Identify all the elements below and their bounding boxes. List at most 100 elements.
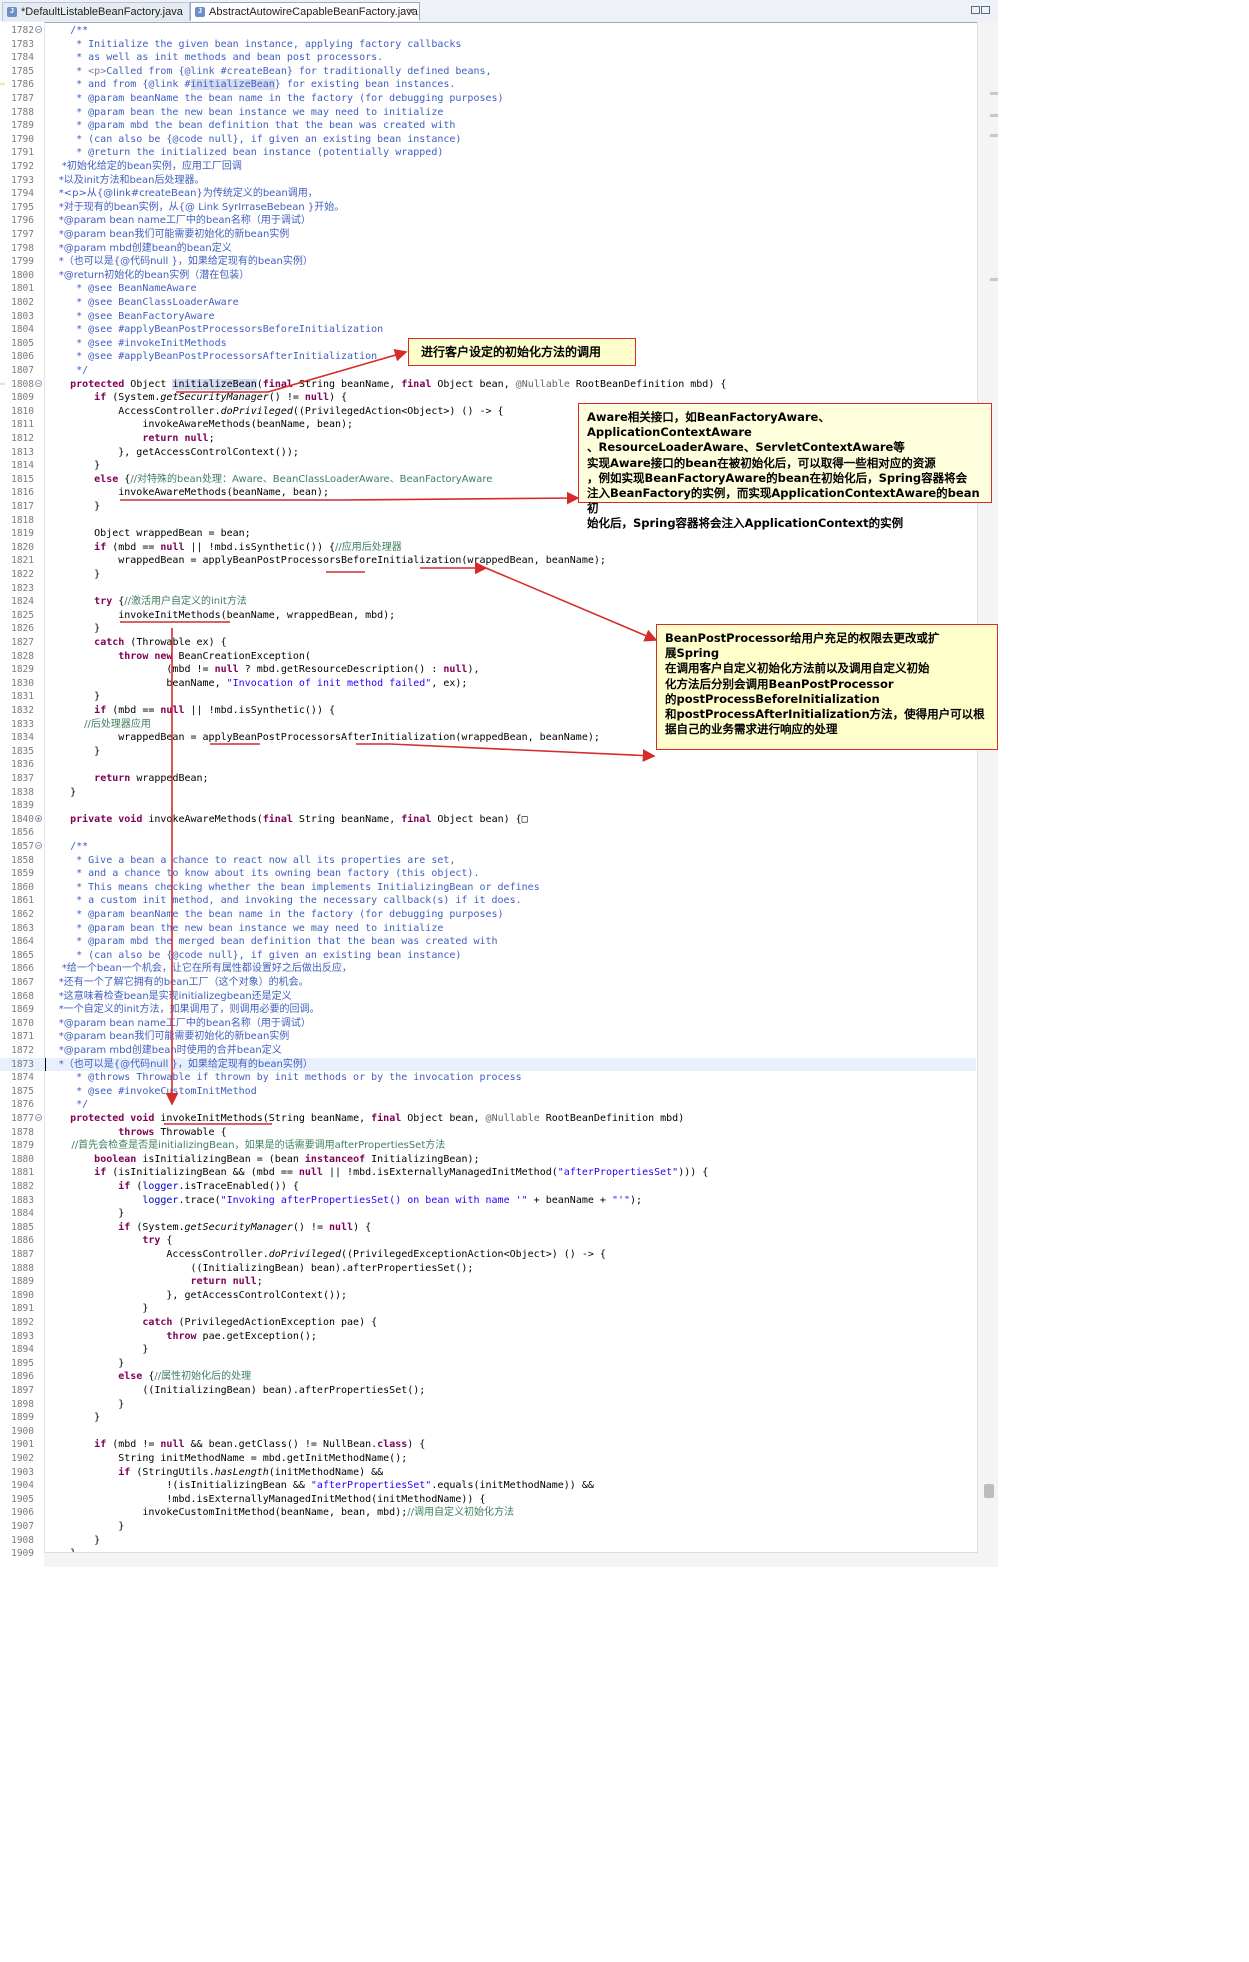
code-line[interactable]: 1790 * (can also be {@code null}, if giv… bbox=[0, 133, 976, 147]
code-line[interactable]: 1860 * This means checking whether the b… bbox=[0, 881, 976, 895]
code-line[interactable]: 1867 *还有一个了解它拥有的bean工厂（这个对象）的机会。 bbox=[0, 976, 976, 990]
code-line[interactable]: 1904 !(isInitializingBean && "afterPrope… bbox=[0, 1479, 976, 1493]
code-line[interactable]: 1866 *给一个bean一个机会，让它在所有属性都设置好之后做出反应， bbox=[0, 962, 976, 976]
fold-collapse-icon[interactable]: − bbox=[35, 1114, 42, 1122]
code-line[interactable]: 1864 * @param mbd the merged bean defini… bbox=[0, 935, 976, 949]
code-line[interactable]: 1839 bbox=[0, 799, 976, 813]
code-line[interactable]: 1874 * @throws Throwable if thrown by in… bbox=[0, 1071, 976, 1085]
code-line[interactable]: 1824 try {//激活用户自定义的init方法 bbox=[0, 595, 976, 609]
code-line[interactable]: 1889 return null; bbox=[0, 1275, 976, 1289]
code-line[interactable]: 1857− /** bbox=[0, 840, 976, 854]
code-line[interactable]: 1788 * @param bean the new bean instance… bbox=[0, 106, 976, 120]
code-line[interactable]: 1890 }, getAccessControlContext()); bbox=[0, 1289, 976, 1303]
code-line[interactable]: 1868 *这意味着检查bean是实现initializegbean还是定义 bbox=[0, 990, 976, 1004]
horizontal-scrollbar[interactable] bbox=[44, 1552, 978, 1567]
code-line[interactable]: 1803 * @see BeanFactoryAware bbox=[0, 310, 976, 324]
code-line[interactable]: 1862 * @param beanName the bean name in … bbox=[0, 908, 976, 922]
code-line[interactable]: 1870 *@param bean name工厂中的bean名称（用于调试） bbox=[0, 1017, 976, 1031]
code-line[interactable]: 1800 *@return初始化的bean实例（潜在包装） bbox=[0, 269, 976, 283]
code-line[interactable]: 1798 *@param mbd创建bean的bean定义 bbox=[0, 242, 976, 256]
code-line[interactable]: 1888 ((InitializingBean) bean).afterProp… bbox=[0, 1262, 976, 1276]
code-line[interactable]: 1840 + private void invokeAwareMethods(fi… bbox=[0, 813, 976, 827]
minimize-icon[interactable] bbox=[971, 6, 980, 14]
code-line[interactable]: 1784 * as well as init methods and bean … bbox=[0, 51, 976, 65]
code-line[interactable]: 1858 * Give a bean a chance to react now… bbox=[0, 854, 976, 868]
code-line[interactable]: 1899 } bbox=[0, 1411, 976, 1425]
code-line[interactable]: 1880 boolean isInitializingBean = (bean … bbox=[0, 1153, 976, 1167]
code-line[interactable]: 1787 * @param beanName the bean name in … bbox=[0, 92, 976, 106]
tab-default-listable-bean-factory[interactable]: J *DefaultListableBeanFactory.java bbox=[2, 2, 190, 21]
code-line[interactable]: 1902 String initMethodName = mbd.getInit… bbox=[0, 1452, 976, 1466]
maximize-icon[interactable] bbox=[981, 6, 990, 14]
code-line[interactable]: 1792 *初始化给定的bean实例，应用工厂回调 bbox=[0, 160, 976, 174]
code-line[interactable]: 1896 else {//属性初始化后的处理 bbox=[0, 1370, 976, 1384]
code-line[interactable]: 1900 bbox=[0, 1425, 976, 1439]
code-line[interactable]: 1905 !mbd.isExternallyManagedInitMethod(… bbox=[0, 1493, 976, 1507]
code-line[interactable]: 1783 * Initialize the given bean instanc… bbox=[0, 38, 976, 52]
code-line[interactable]: 1876 */ bbox=[0, 1098, 976, 1112]
code-line[interactable]: 1883 logger.trace("Invoking afterPropert… bbox=[0, 1194, 976, 1208]
code-line[interactable]: 1861 * a custom init method, and invokin… bbox=[0, 894, 976, 908]
code-line[interactable]: 1807 */ bbox=[0, 364, 976, 378]
code-line[interactable]: 1795 *对于现有的bean实例，从{@ Link SyrIrraseBebe… bbox=[0, 201, 976, 215]
code-line[interactable]: 1908 } bbox=[0, 1534, 976, 1548]
close-tab-icon[interactable]: ✕ bbox=[407, 3, 415, 22]
code-line[interactable]: 1863 * @param bean the new bean instance… bbox=[0, 922, 976, 936]
code-line[interactable]: 1891 } bbox=[0, 1302, 976, 1316]
code-line[interactable]: 1822 } bbox=[0, 568, 976, 582]
code-line[interactable]: 1797 *@param bean我们可能需要初始化的新bean实例 bbox=[0, 228, 976, 242]
code-line[interactable]: 1886 try { bbox=[0, 1234, 976, 1248]
fold-collapse-icon[interactable]: − bbox=[35, 379, 42, 387]
code-line[interactable]: 1884 } bbox=[0, 1207, 976, 1221]
code-line[interactable]: 1856 bbox=[0, 826, 976, 840]
code-line[interactable]: 1820 if (mbd == null || !mbd.isSynthetic… bbox=[0, 541, 976, 555]
fold-collapse-icon[interactable]: − bbox=[35, 26, 42, 34]
code-line[interactable]: 1885 if (System.getSecurityManager() != … bbox=[0, 1221, 976, 1235]
code-line[interactable]: 1796 *@param bean name工厂中的bean名称（用于调试） bbox=[0, 214, 976, 228]
code-line[interactable]: 1897 ((InitializingBean) bean).afterProp… bbox=[0, 1384, 976, 1398]
code-line[interactable]: 1793 *以及init方法和bean后处理器。 bbox=[0, 174, 976, 188]
code-line[interactable]: 1871 *@param bean我们可能需要初始化的新bean实例 bbox=[0, 1030, 976, 1044]
code-line[interactable]: 1801 * @see BeanNameAware bbox=[0, 282, 976, 296]
scrollbar-thumb[interactable] bbox=[984, 1484, 994, 1498]
code-line[interactable]: 1836 bbox=[0, 758, 976, 772]
code-line[interactable]: 1821 wrappedBean = applyBeanPostProcesso… bbox=[0, 554, 976, 568]
code-editor[interactable]: 1782− /** 1783 * Initialize the given bea… bbox=[0, 22, 998, 1567]
code-line[interactable]: 1901 if (mbd != null && bean.getClass() … bbox=[0, 1438, 976, 1452]
code-line[interactable]: 1872 *@param mbd创建bean时使用的合并bean定义 bbox=[0, 1044, 976, 1058]
code-line[interactable]: 1887 AccessController.doPrivileged((Priv… bbox=[0, 1248, 976, 1262]
code-line[interactable]: 1799 *（也可以是{@代码null }，如果给定现有的bean实例） bbox=[0, 255, 976, 269]
code-line[interactable]: 1785 * <p>Called from {@link #createBean… bbox=[0, 65, 976, 79]
tab-abstract-autowire-capable-bean-factory[interactable]: J AbstractAutowireCapableBeanFactory.jav… bbox=[190, 2, 420, 21]
code-line[interactable]: 1791 * @return the initialized bean inst… bbox=[0, 146, 976, 160]
code-line[interactable]: 1873 *（也可以是{@代码null }，如果给定现有的bean实例） bbox=[0, 1057, 976, 1072]
code-line[interactable]: 1875 * @see #invokeCustomInitMethod bbox=[0, 1085, 976, 1099]
code-line[interactable]: 1789 * @param mbd the bean definition th… bbox=[0, 119, 976, 133]
code-line[interactable]: 1895 } bbox=[0, 1357, 976, 1371]
code-line[interactable]: 1837 return wrappedBean; bbox=[0, 772, 976, 786]
code-line[interactable]: 1898 } bbox=[0, 1398, 976, 1412]
vertical-scrollbar[interactable] bbox=[977, 22, 998, 1567]
fold-collapse-icon[interactable]: − bbox=[35, 842, 42, 850]
code-line[interactable]: 1893 throw pae.getException(); bbox=[0, 1330, 976, 1344]
code-line[interactable]: 1823 bbox=[0, 582, 976, 596]
code-line[interactable]: 1877− protected void invokeInitMethods(S… bbox=[0, 1112, 976, 1126]
code-line[interactable]: 1882 if (logger.isTraceEnabled()) { bbox=[0, 1180, 976, 1194]
code-line[interactable]: 1838 } bbox=[0, 786, 976, 800]
code-line[interactable]: 1869 *一个自定义的init方法，如果调用了，则调用必要的回调。 bbox=[0, 1003, 976, 1017]
code-line[interactable]: 1794 *<p>从{@link#createBean}为传统定义的bean调用… bbox=[0, 187, 976, 201]
code-line[interactable]: 1808 ⇨ − protected Object initializeBean(f… bbox=[0, 378, 976, 392]
fold-expand-icon[interactable]: + bbox=[35, 814, 42, 822]
code-line[interactable]: 1892 catch (PrivilegedActionException pa… bbox=[0, 1316, 976, 1330]
code-line[interactable]: 1881 if (isInitializingBean && (mbd == n… bbox=[0, 1166, 976, 1180]
code-line[interactable]: 1802 * @see BeanClassLoaderAware bbox=[0, 296, 976, 310]
code-line[interactable]: 1859 * and a chance to know about its ow… bbox=[0, 867, 976, 881]
code-line[interactable]: 1786 ⇨ * and from {@link #initializeBean}… bbox=[0, 78, 976, 92]
code-line[interactable]: 1894 } bbox=[0, 1343, 976, 1357]
code-line[interactable]: 1782− /** bbox=[0, 24, 976, 38]
code-line[interactable]: 1804 * @see #applyBeanPostProcessorsBefo… bbox=[0, 323, 976, 337]
code-line[interactable]: 1879 //首先会检查是否是initializingBean，如果是的话需要调… bbox=[0, 1139, 976, 1153]
code-line[interactable]: 1825 invokeInitMethods(beanName, wrapped… bbox=[0, 609, 976, 623]
code-line[interactable]: 1907 } bbox=[0, 1520, 976, 1534]
code-line[interactable]: 1906 invokeCustomInitMethod(beanName, be… bbox=[0, 1506, 976, 1520]
